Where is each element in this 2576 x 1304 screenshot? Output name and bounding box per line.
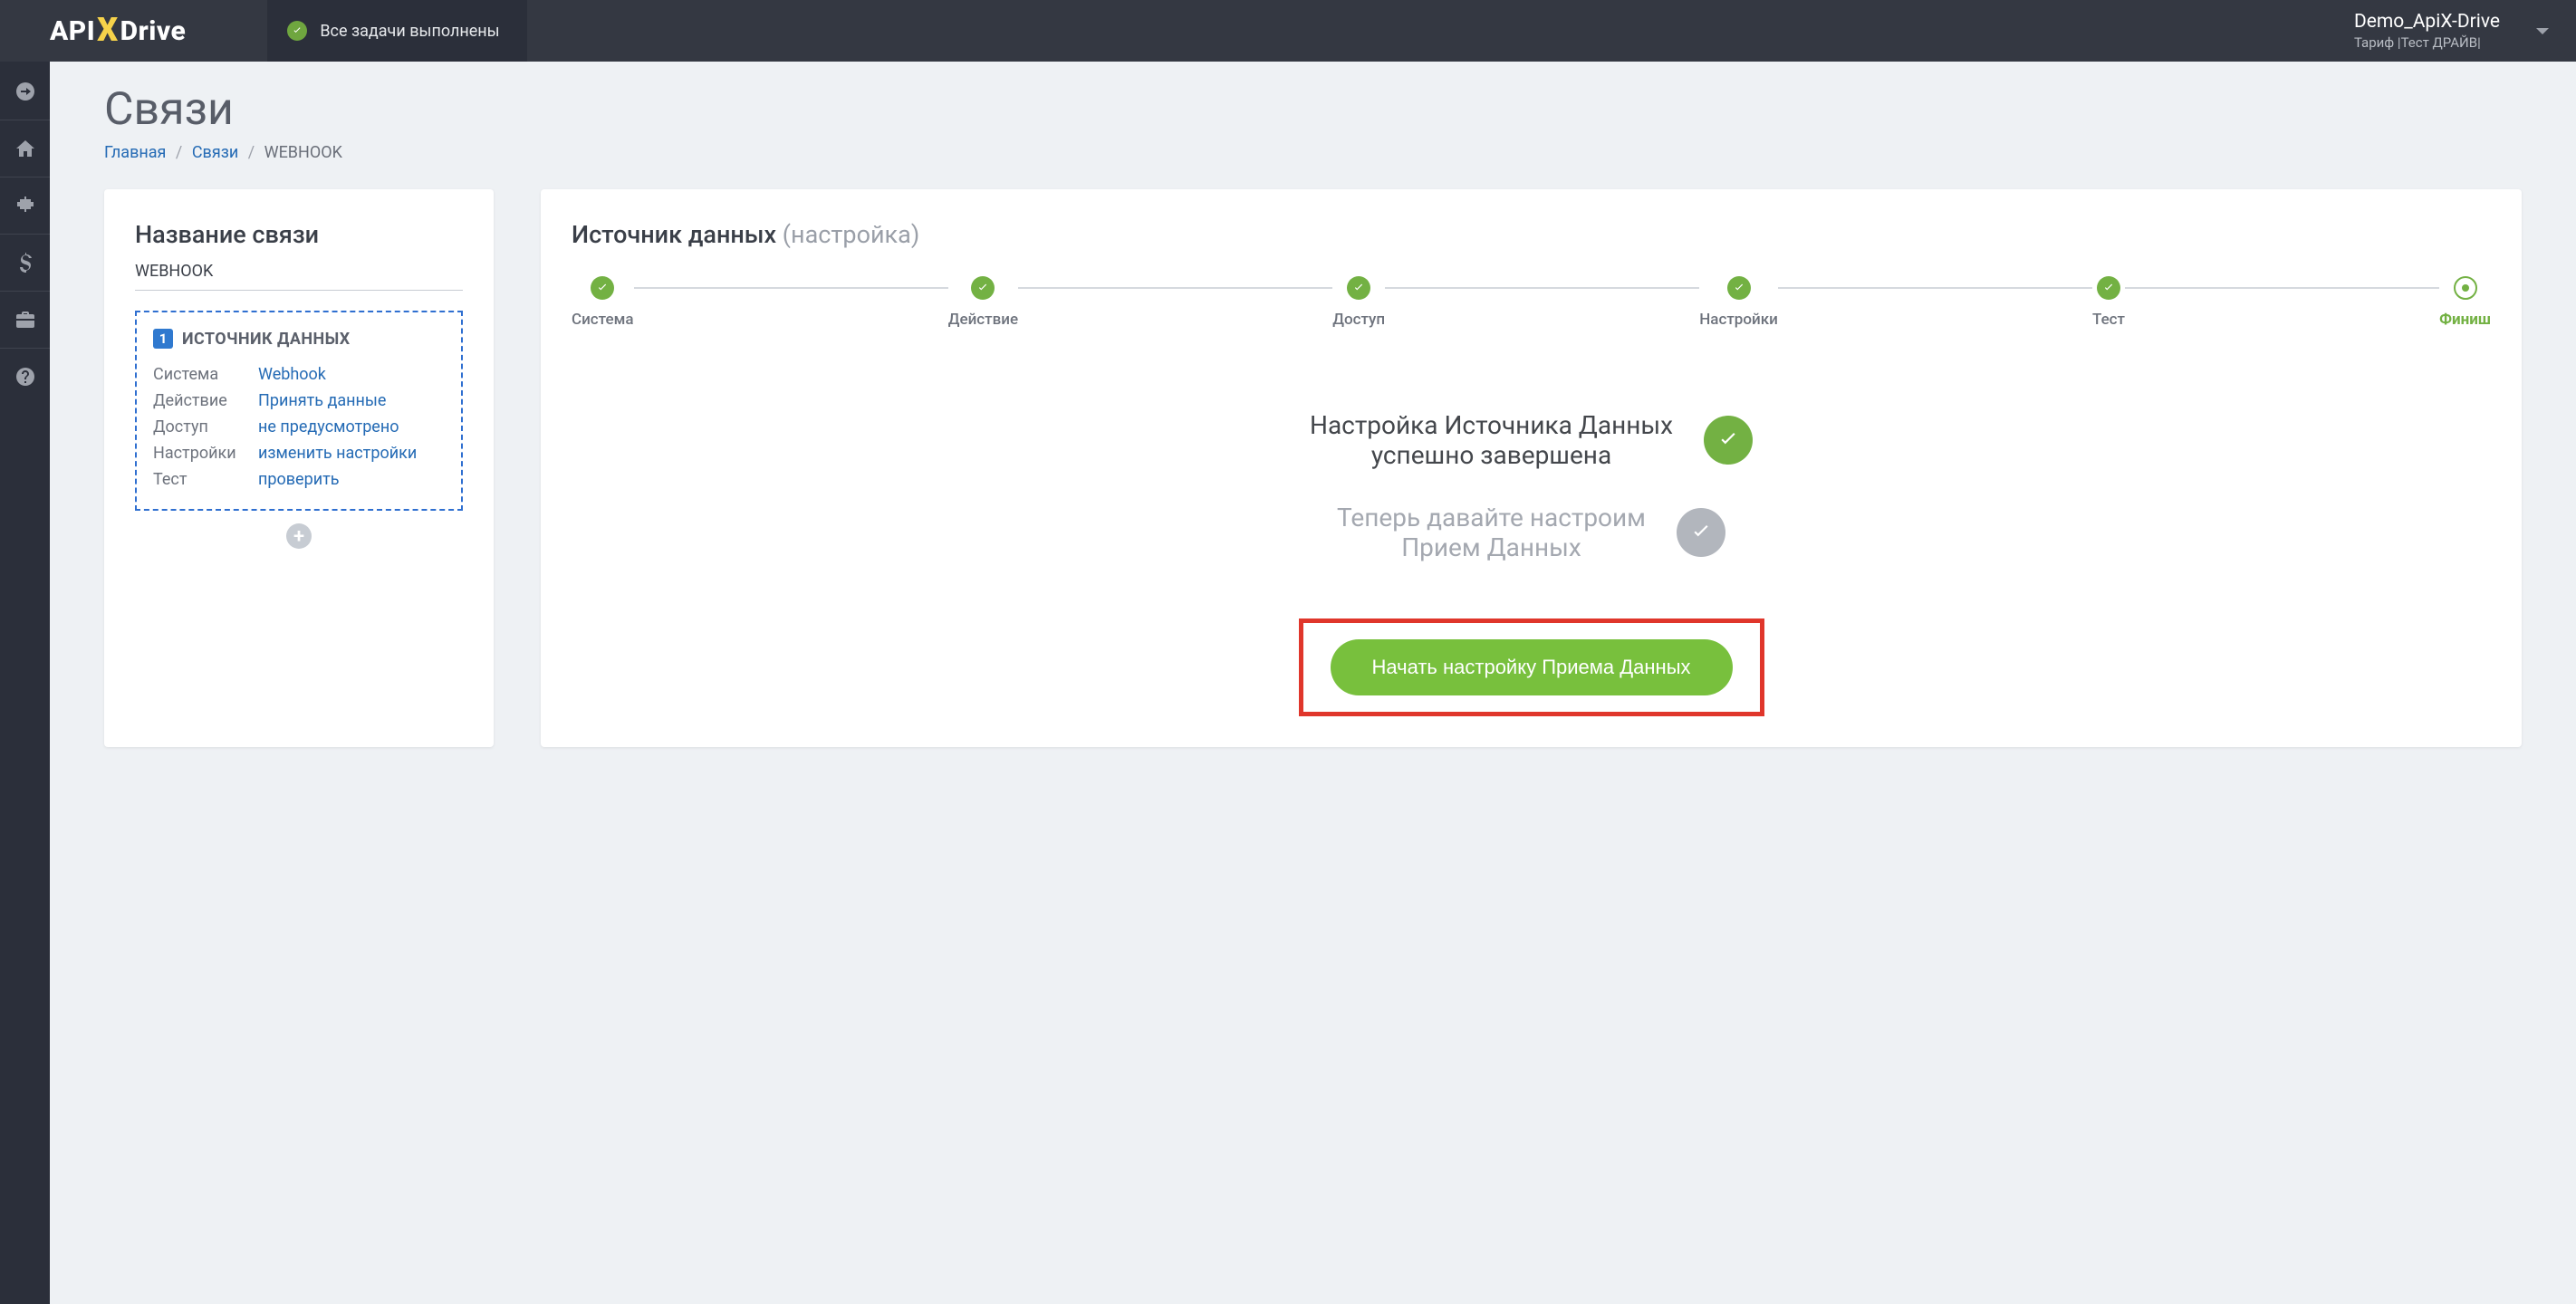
next-status: Теперь давайте настроимПрием Данных: [1337, 503, 1725, 562]
help-icon[interactable]: [14, 365, 37, 388]
chevron-down-icon[interactable]: [2536, 28, 2549, 34]
app-header: APIXDrive Все задачи выполнены Demo_ApiX…: [0, 0, 2576, 62]
kv-value[interactable]: Принять данные: [258, 391, 386, 410]
next-text: Теперь давайте настроимПрием Данных: [1337, 503, 1646, 562]
kv-key: Настройки: [153, 444, 258, 463]
kv-value[interactable]: изменить настройки: [258, 444, 417, 463]
enter-icon[interactable]: [14, 80, 37, 103]
home-icon[interactable]: [14, 137, 37, 160]
check-icon: [1704, 416, 1753, 465]
source-box: 1 ИСТОЧНИК ДАННЫХ СистемаWebhook Действи…: [135, 311, 463, 511]
kv-key: Действие: [153, 391, 258, 410]
breadcrumb: Главная / Связи / WEBHOOK: [104, 143, 2522, 162]
step-system[interactable]: Система: [572, 276, 634, 329]
breadcrumb-current: WEBHOOK: [264, 143, 342, 162]
connection-name-input[interactable]: WEBHOOK: [135, 249, 463, 291]
wizard-steps: Система Действие Доступ Настройки Тест Ф…: [572, 276, 2491, 329]
check-icon: [287, 21, 307, 41]
kv-key: Система: [153, 365, 258, 384]
step-test[interactable]: Тест: [2092, 276, 2125, 329]
highlight-frame: Начать настройку Приема Данных: [1299, 618, 1764, 716]
success-text: Настройка Источника Данныхуспешно заверш…: [1310, 410, 1673, 470]
add-button[interactable]: +: [286, 523, 312, 549]
briefcase-icon[interactable]: [14, 308, 37, 331]
main-content: Связи Главная / Связи / WEBHOOK Название…: [50, 62, 2576, 1304]
tasks-status-label: Все задачи выполнены: [320, 22, 499, 41]
connection-name-title: Название связи: [135, 220, 463, 249]
success-status: Настройка Источника Данныхуспешно заверш…: [1310, 410, 1753, 470]
dollar-icon[interactable]: [14, 251, 37, 274]
step-access[interactable]: Доступ: [1332, 276, 1385, 329]
breadcrumb-home[interactable]: Главная: [104, 143, 166, 162]
kv-key: Тест: [153, 470, 258, 489]
step-action[interactable]: Действие: [948, 276, 1018, 329]
step-settings[interactable]: Настройки: [1699, 276, 1778, 329]
user-name: Demo_ApiX-Drive: [2354, 11, 2500, 33]
data-source-card: Источник данных (настройка) Система Дейс…: [541, 189, 2522, 747]
tasks-status[interactable]: Все задачи выполнены: [267, 0, 526, 62]
kv-value[interactable]: не предусмотрено: [258, 417, 399, 436]
logo[interactable]: APIXDrive: [50, 12, 186, 50]
page-title: Связи: [104, 83, 2522, 136]
sidebar: [0, 62, 50, 1304]
sitemap-icon[interactable]: [14, 194, 37, 217]
start-data-receive-button[interactable]: Начать настройку Приема Данных: [1331, 639, 1733, 695]
data-source-title: Источник данных (настройка): [572, 220, 919, 249]
user-plan: Тариф |Тест ДРАЙВ|: [2354, 34, 2481, 51]
connection-name-card: Название связи WEBHOOK 1 ИСТОЧНИК ДАННЫХ…: [104, 189, 494, 747]
check-icon: [1677, 508, 1725, 557]
kv-value[interactable]: Webhook: [258, 365, 326, 384]
kv-key: Доступ: [153, 417, 258, 436]
breadcrumb-links[interactable]: Связи: [192, 143, 238, 162]
kv-value[interactable]: проверить: [258, 470, 340, 489]
source-badge: 1: [153, 329, 173, 349]
source-title: ИСТОЧНИК ДАННЫХ: [182, 330, 351, 349]
user-menu[interactable]: Demo_ApiX-Drive Тариф |Тест ДРАЙВ|: [2354, 11, 2500, 51]
step-finish[interactable]: Финиш: [2439, 276, 2491, 329]
